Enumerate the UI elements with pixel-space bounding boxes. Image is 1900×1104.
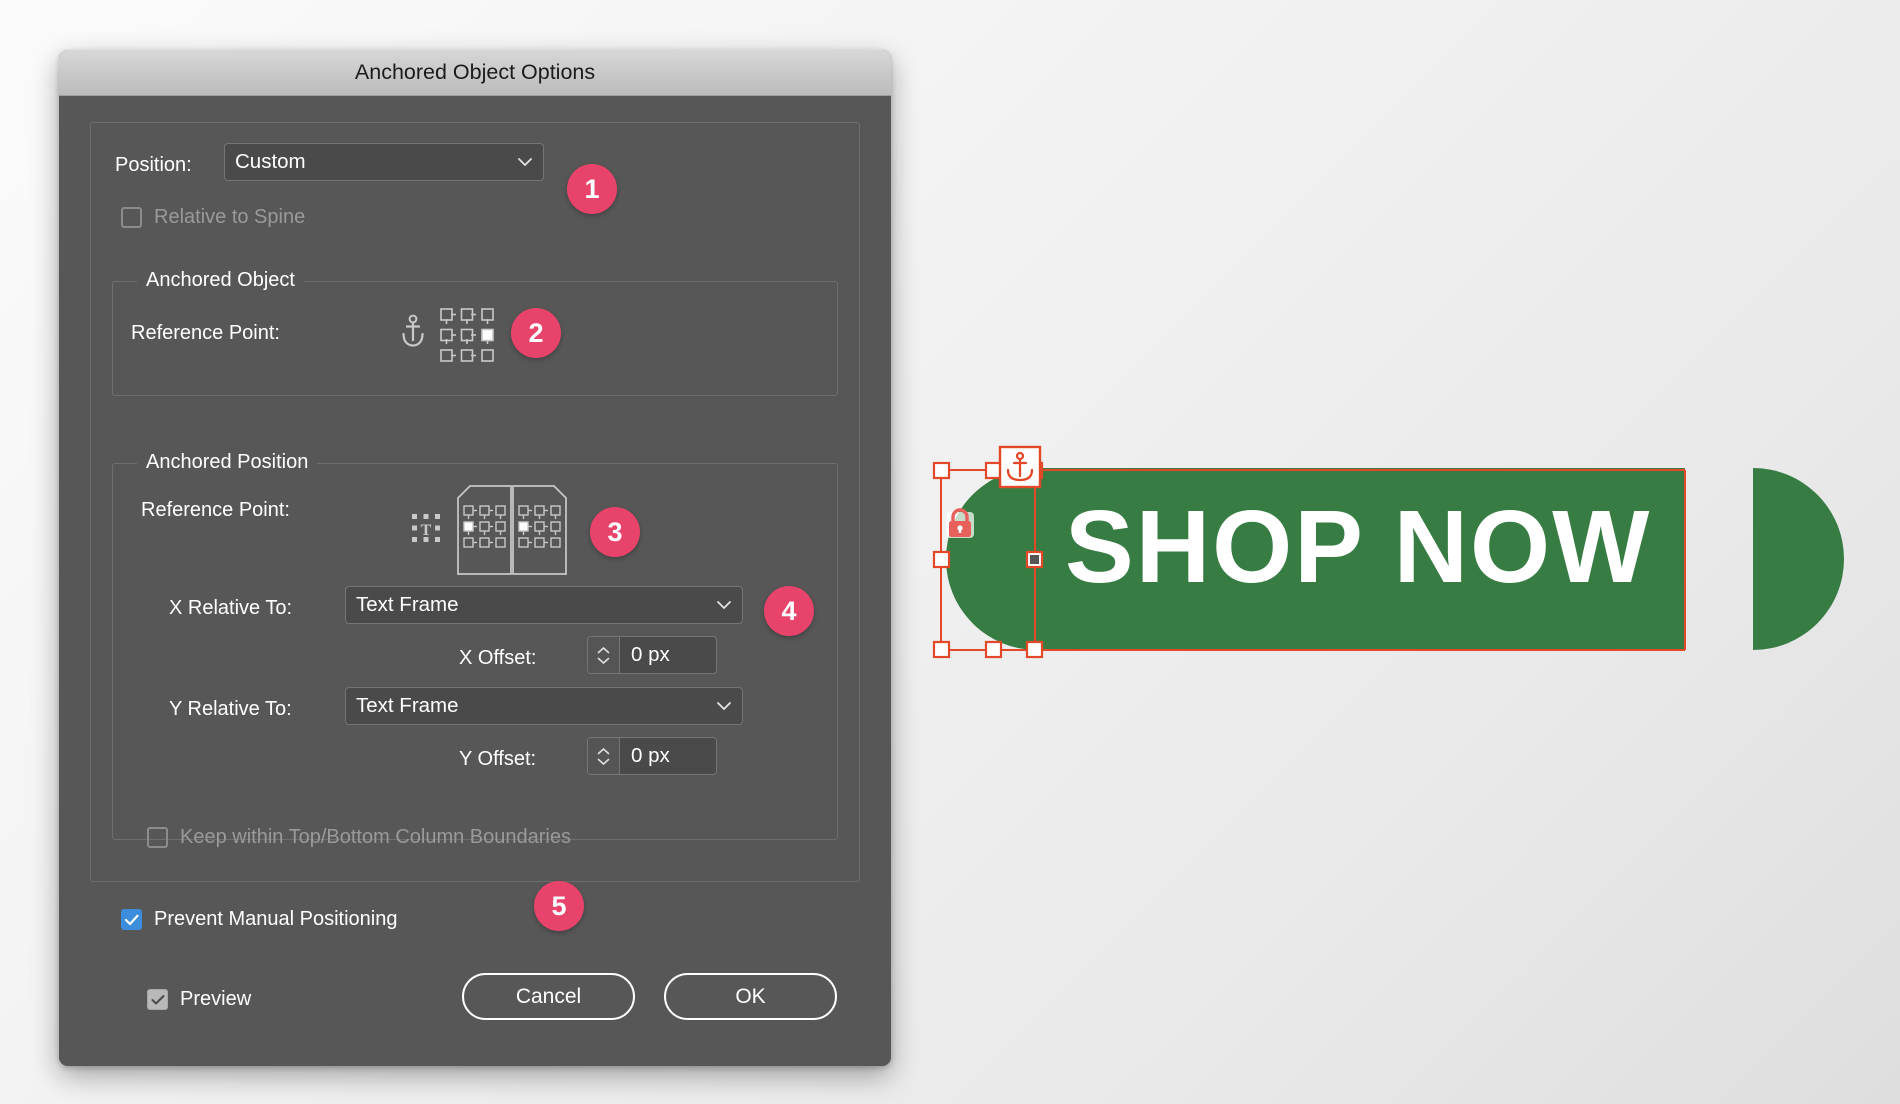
selection-handles xyxy=(932,461,1044,659)
dialog-titlebar: Anchored Object Options xyxy=(59,50,891,96)
relative-to-spine-row[interactable]: Relative to Spine xyxy=(121,206,305,229)
callout-badge-4: 4 xyxy=(764,586,814,636)
x-offset-value[interactable]: 0 px xyxy=(620,637,716,673)
shop-now-shape xyxy=(946,468,1685,650)
prevent-manual-positioning-checkbox[interactable] xyxy=(121,909,142,930)
dialog-title: Anchored Object Options xyxy=(354,60,596,84)
anchored-object-reference-point-label: Reference Point: xyxy=(131,322,280,344)
callout-number: 2 xyxy=(528,317,544,348)
keep-within-boundaries-label: Keep within Top/Bottom Column Boundaries xyxy=(180,826,571,848)
text-frame-icon: T xyxy=(412,514,440,542)
anchored-position-reference-grid[interactable] xyxy=(442,484,582,576)
ok-button[interactable]: OK xyxy=(664,973,837,1020)
position-label: Position: xyxy=(109,154,198,177)
callout-badge-3: 3 xyxy=(590,507,640,557)
x-relative-to-value: Text Frame xyxy=(356,593,459,616)
anchored-position-reference-point-label: Reference Point: xyxy=(141,499,290,521)
y-offset-stepper[interactable] xyxy=(588,738,620,774)
chevron-down-icon xyxy=(717,601,731,610)
x-offset-field[interactable]: 0 px xyxy=(587,636,717,674)
chevron-down-icon xyxy=(518,158,532,167)
check-icon xyxy=(151,994,165,1005)
anchor-marker xyxy=(998,445,1042,489)
y-offset-value[interactable]: 0 px xyxy=(620,738,716,774)
keep-within-boundaries-checkbox[interactable] xyxy=(147,827,168,848)
keep-within-boundaries-row[interactable]: Keep within Top/Bottom Column Boundaries xyxy=(147,826,571,849)
cancel-button[interactable]: Cancel xyxy=(462,973,635,1020)
y-offset-field[interactable]: 0 px xyxy=(587,737,717,775)
anchored-object-options-dialog: Anchored Object Options Position: Custom… xyxy=(59,50,891,1066)
callout-number: 4 xyxy=(781,595,797,626)
check-icon xyxy=(124,914,139,926)
y-relative-to-select[interactable]: Text Frame xyxy=(345,687,743,725)
shop-now-label: SHOP NOW xyxy=(1065,489,1651,604)
preview-checkbox[interactable] xyxy=(147,989,168,1010)
position-select[interactable]: Custom xyxy=(224,143,544,181)
lock-icon xyxy=(946,508,974,538)
x-offset-label: X Offset: xyxy=(459,647,537,669)
callout-badge-1: 1 xyxy=(567,164,617,214)
relative-to-spine-checkbox[interactable] xyxy=(121,207,142,228)
dialog-body: Position: Custom 1 Relative to Spine Anc… xyxy=(59,96,891,1066)
anchored-object-legend: Anchored Object xyxy=(137,269,304,292)
detached-right-cap xyxy=(1753,468,1844,650)
selection-bounding-box xyxy=(940,469,1036,651)
prevent-manual-positioning-label: Prevent Manual Positioning xyxy=(154,908,398,930)
callout-number: 1 xyxy=(584,173,600,204)
prevent-manual-positioning-row[interactable]: Prevent Manual Positioning xyxy=(121,908,397,931)
relative-to-spine-label: Relative to Spine xyxy=(154,206,306,228)
preview-row[interactable]: Preview xyxy=(147,988,251,1011)
chevron-down-icon xyxy=(717,702,731,711)
center-point-marker xyxy=(1030,555,1039,564)
anchored-position-legend: Anchored Position xyxy=(137,451,318,474)
anchored-object-reference-grid[interactable] xyxy=(440,308,494,362)
x-relative-to-label: X Relative To: xyxy=(169,597,293,619)
position-select-value: Custom xyxy=(235,150,306,173)
preview-label: Preview xyxy=(180,988,252,1010)
callout-badge-5: 5 xyxy=(534,881,584,931)
callout-number: 5 xyxy=(551,890,567,921)
svg-text:T: T xyxy=(421,522,432,539)
y-offset-label: Y Offset: xyxy=(459,748,537,770)
anchor-icon xyxy=(401,314,425,348)
y-relative-to-label: Y Relative To: xyxy=(169,698,292,720)
x-relative-to-select[interactable]: Text Frame xyxy=(345,586,743,624)
callout-number: 3 xyxy=(607,516,623,547)
callout-badge-2: 2 xyxy=(511,308,561,358)
y-relative-to-value: Text Frame xyxy=(356,694,459,717)
x-offset-stepper[interactable] xyxy=(588,637,620,673)
